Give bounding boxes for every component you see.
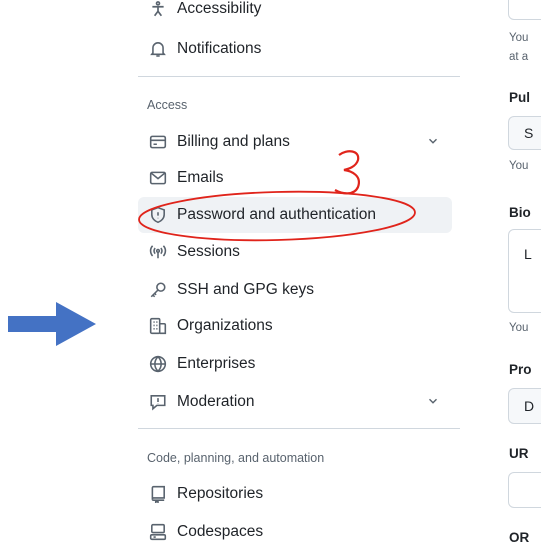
repo-icon xyxy=(148,484,168,504)
public-email-select[interactable]: S xyxy=(508,116,541,150)
chevron-down-icon[interactable] xyxy=(426,394,440,408)
shield-lock-icon xyxy=(148,205,168,225)
sidebar-item-label: Notifications xyxy=(177,40,262,57)
divider xyxy=(138,428,460,429)
helper-text: You xyxy=(509,160,529,172)
globe-icon xyxy=(148,354,168,374)
helper-text: You xyxy=(509,32,529,44)
pronouns-select[interactable]: D xyxy=(508,388,541,424)
sidebar-item-label: SSH and GPG keys xyxy=(177,281,314,298)
sidebar-item-ssh-gpg-keys[interactable]: SSH and GPG keys xyxy=(138,272,452,308)
accessibility-icon xyxy=(148,0,168,19)
chevron-down-icon[interactable] xyxy=(426,134,440,148)
sidebar-item-label: Emails xyxy=(177,169,224,186)
sidebar-item-label: Billing and plans xyxy=(177,133,290,150)
organization-icon xyxy=(148,316,168,336)
bio-textarea[interactable]: L xyxy=(508,229,541,313)
sidebar-item-moderation[interactable]: Moderation xyxy=(138,384,452,420)
sidebar-item-repositories[interactable]: Repositories xyxy=(138,476,452,512)
helper-text: at a xyxy=(509,51,529,63)
sidebar-item-notifications[interactable]: Notifications xyxy=(138,31,452,67)
field-label-orcid: OR xyxy=(509,530,530,543)
bell-icon xyxy=(148,39,168,59)
sidebar-item-enterprises[interactable]: Enterprises xyxy=(138,346,452,382)
section-heading-code-planning: Code, planning, and automation xyxy=(147,451,325,465)
broadcast-icon xyxy=(148,242,168,262)
sidebar-item-accessibility[interactable]: Accessibility xyxy=(138,0,452,27)
report-icon xyxy=(148,392,168,412)
settings-sidebar: Accessibility Notifications Access Billi… xyxy=(138,0,462,543)
sidebar-item-organizations[interactable]: Organizations xyxy=(138,308,452,344)
sidebar-item-label: Repositories xyxy=(177,485,264,502)
sidebar-item-label: Sessions xyxy=(177,243,240,260)
codespaces-icon xyxy=(148,522,168,542)
mail-icon xyxy=(148,168,168,188)
helper-text: You xyxy=(509,322,529,334)
field-label-pronouns: Pro xyxy=(509,362,532,377)
key-icon xyxy=(148,280,168,300)
sidebar-item-label: Organizations xyxy=(177,317,273,334)
field-top[interactable] xyxy=(508,0,541,20)
sidebar-item-codespaces[interactable]: Codespaces xyxy=(138,514,452,550)
blue-arrow-annotation xyxy=(8,302,96,346)
credit-card-icon xyxy=(148,132,168,152)
sidebar-item-label: Enterprises xyxy=(177,355,256,372)
section-heading-access: Access xyxy=(147,98,188,112)
sidebar-item-emails[interactable]: Emails xyxy=(138,160,452,196)
sidebar-item-sessions[interactable]: Sessions xyxy=(138,234,452,270)
sidebar-item-label: Codespaces xyxy=(177,523,264,540)
sidebar-item-label: Password and authentication xyxy=(177,206,377,223)
sidebar-item-password-authentication[interactable]: Password and authentication xyxy=(138,197,452,233)
sidebar-item-label: Accessibility xyxy=(177,0,262,17)
sidebar-item-billing[interactable]: Billing and plans xyxy=(138,124,452,160)
divider xyxy=(138,76,460,77)
field-label-url: UR xyxy=(509,446,529,461)
field-label-public-email: Pul xyxy=(509,90,531,105)
profile-form-panel: You at a Pul S You Bio L You Pro D UR OR xyxy=(496,0,541,543)
url-input[interactable] xyxy=(508,472,541,508)
sidebar-item-label: Moderation xyxy=(177,393,255,410)
field-label-bio: Bio xyxy=(509,205,531,220)
